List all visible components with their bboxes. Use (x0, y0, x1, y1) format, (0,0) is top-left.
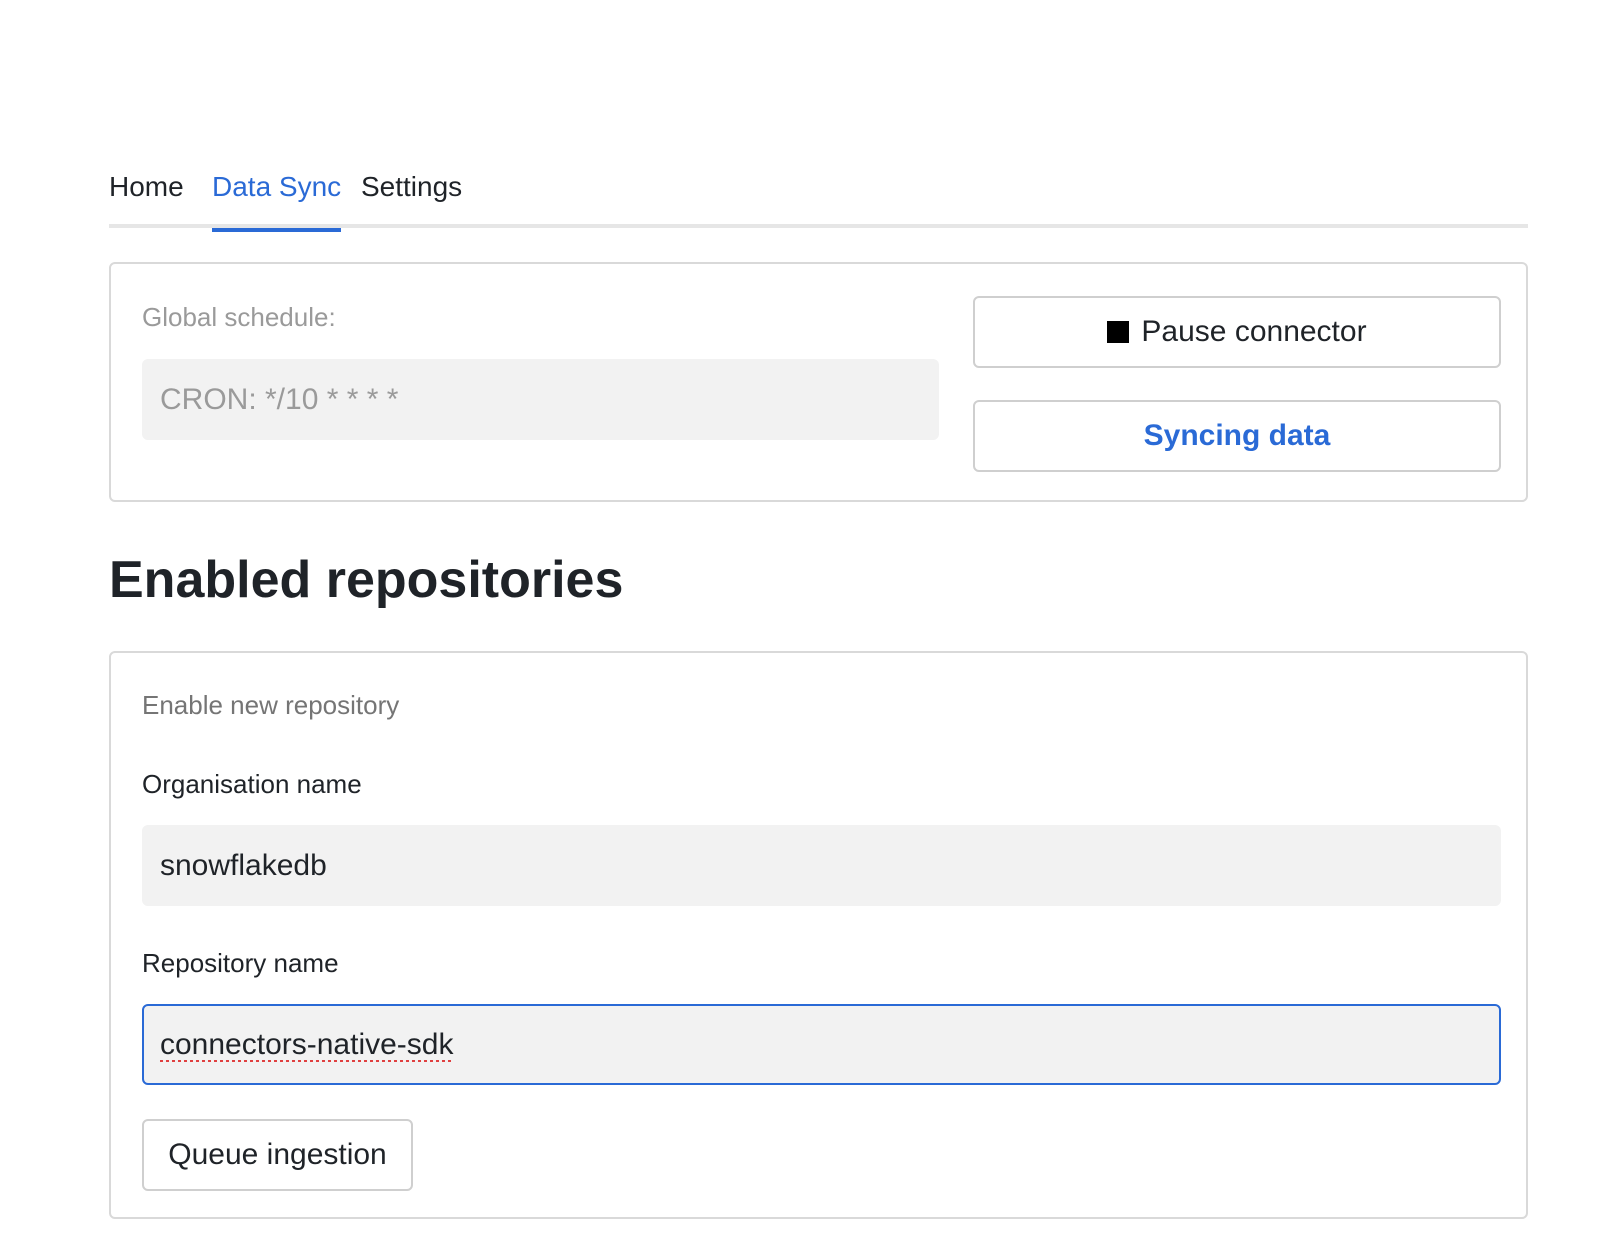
tab-bar: Home Data Sync Settings (109, 162, 1528, 232)
pause-connector-label: Pause connector (1141, 315, 1367, 348)
enable-repository-card: Enable new repository Organisation name … (109, 651, 1528, 1219)
tab-settings[interactable]: Settings (361, 162, 462, 228)
tab-data-sync[interactable]: Data Sync (212, 162, 342, 232)
queue-ingestion-label: Queue ingestion (168, 1138, 387, 1171)
repository-name-input[interactable] (142, 1004, 1501, 1085)
organisation-name-input[interactable] (142, 825, 1501, 906)
enable-repository-title: Enable new repository (142, 690, 400, 720)
syncing-data-label: Syncing data (1143, 419, 1331, 452)
global-schedule-label: Global schedule: (142, 302, 336, 332)
schedule-card: Global schedule: Pause connector Syncing… (109, 262, 1528, 502)
cron-schedule-input[interactable] (142, 359, 939, 440)
data-sync-page: Home Data Sync Settings Global schedule:… (0, 0, 1622, 1242)
organisation-name-label: Organisation name (142, 769, 362, 799)
repository-name-label: Repository name (142, 948, 339, 978)
tab-home[interactable]: Home (109, 162, 184, 228)
pause-connector-button[interactable]: Pause connector (973, 296, 1501, 368)
stop-icon (1107, 321, 1130, 343)
queue-ingestion-button[interactable]: Queue ingestion (142, 1119, 413, 1191)
syncing-data-button[interactable]: Syncing data (973, 400, 1501, 472)
page-title: Enabled repositories (109, 551, 624, 609)
